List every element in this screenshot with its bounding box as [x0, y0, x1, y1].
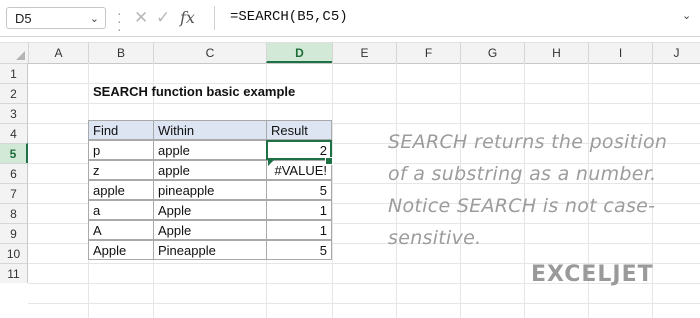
column-header-h[interactable]: H: [524, 43, 588, 63]
sheet-title[interactable]: SEARCH function basic example: [93, 84, 295, 99]
formula-bar: D5 ⌄ · · · ✕ ✓ fx =SEARCH(B5,C5) ⌄: [0, 0, 700, 37]
name-box[interactable]: D5 ⌄: [6, 7, 106, 29]
row-header-9[interactable]: 9: [0, 223, 28, 243]
enter-icon[interactable]: ✓: [156, 8, 170, 28]
drag-handle-icon[interactable]: · · ·: [117, 6, 122, 36]
select-all-icon: [16, 51, 25, 60]
chevron-down-icon[interactable]: ⌄: [90, 12, 99, 25]
error-indicator-icon[interactable]: [268, 160, 274, 166]
column-header-i[interactable]: I: [588, 43, 652, 63]
table-header-find[interactable]: Find: [88, 120, 154, 140]
table-cell-find[interactable]: a: [88, 200, 154, 220]
exceljet-logo: EXCELJET: [531, 262, 654, 287]
row-header-11[interactable]: 11: [0, 263, 28, 283]
divider: [214, 6, 215, 30]
insert-function-icon[interactable]: fx: [180, 8, 195, 27]
column-header-e[interactable]: E: [332, 43, 396, 63]
table-cell-find[interactable]: z: [88, 160, 154, 180]
table-cell-within[interactable]: apple: [153, 160, 267, 180]
active-cell[interactable]: 2: [266, 140, 332, 160]
select-all-button[interactable]: [0, 43, 28, 63]
column-header-g[interactable]: G: [460, 43, 524, 63]
table-cell-result[interactable]: 1: [266, 220, 332, 240]
column-header-c[interactable]: C: [153, 43, 266, 63]
table-cell-within[interactable]: pineapple: [153, 180, 267, 200]
table-cell-find[interactable]: A: [88, 220, 154, 240]
row-header-3[interactable]: 3: [0, 103, 28, 123]
table-cell-find[interactable]: apple: [88, 180, 154, 200]
table-cell-find[interactable]: p: [88, 140, 154, 160]
table-header-result[interactable]: Result: [266, 120, 332, 140]
fill-handle[interactable]: [325, 157, 333, 165]
row-header-8[interactable]: 8: [0, 203, 28, 223]
annotation-note: SEARCH returns the position of a substri…: [388, 131, 668, 249]
column-header-j[interactable]: J: [652, 43, 700, 63]
column-headers: A B C D E F G H I J: [0, 42, 700, 64]
column-header-f[interactable]: F: [396, 43, 460, 63]
table-cell-within[interactable]: Pineapple: [153, 240, 267, 260]
gridline: [332, 63, 333, 318]
row-header-1[interactable]: 1: [0, 63, 28, 83]
name-box-value: D5: [15, 11, 32, 26]
row-header-5[interactable]: 5: [0, 143, 28, 163]
table-cell-result[interactable]: #VALUE!: [266, 160, 332, 180]
row-header-7[interactable]: 7: [0, 183, 28, 203]
table-cell-within[interactable]: Apple: [153, 220, 267, 240]
column-header-a[interactable]: A: [28, 43, 88, 63]
gridline: [28, 303, 700, 304]
formula-input[interactable]: =SEARCH(B5,C5): [230, 9, 348, 25]
cancel-icon[interactable]: ✕: [134, 8, 148, 28]
row-header-2[interactable]: 2: [0, 83, 28, 103]
row-header-6[interactable]: 6: [0, 163, 28, 183]
row-header-10[interactable]: 10: [0, 243, 28, 263]
column-header-d[interactable]: D: [266, 43, 332, 63]
table-cell-within[interactable]: Apple: [153, 200, 267, 220]
expand-formula-bar-icon[interactable]: ⌄: [682, 9, 691, 22]
table-cell-find[interactable]: Apple: [88, 240, 154, 260]
row-header-4[interactable]: 4: [0, 123, 28, 143]
column-header-b[interactable]: B: [88, 43, 153, 63]
gridline: [28, 103, 700, 104]
table-header-within[interactable]: Within: [153, 120, 267, 140]
table-cell-result[interactable]: 1: [266, 200, 332, 220]
table-cell-within[interactable]: apple: [153, 140, 267, 160]
table-cell-result[interactable]: 5: [266, 240, 332, 260]
table-cell-result[interactable]: 5: [266, 180, 332, 200]
